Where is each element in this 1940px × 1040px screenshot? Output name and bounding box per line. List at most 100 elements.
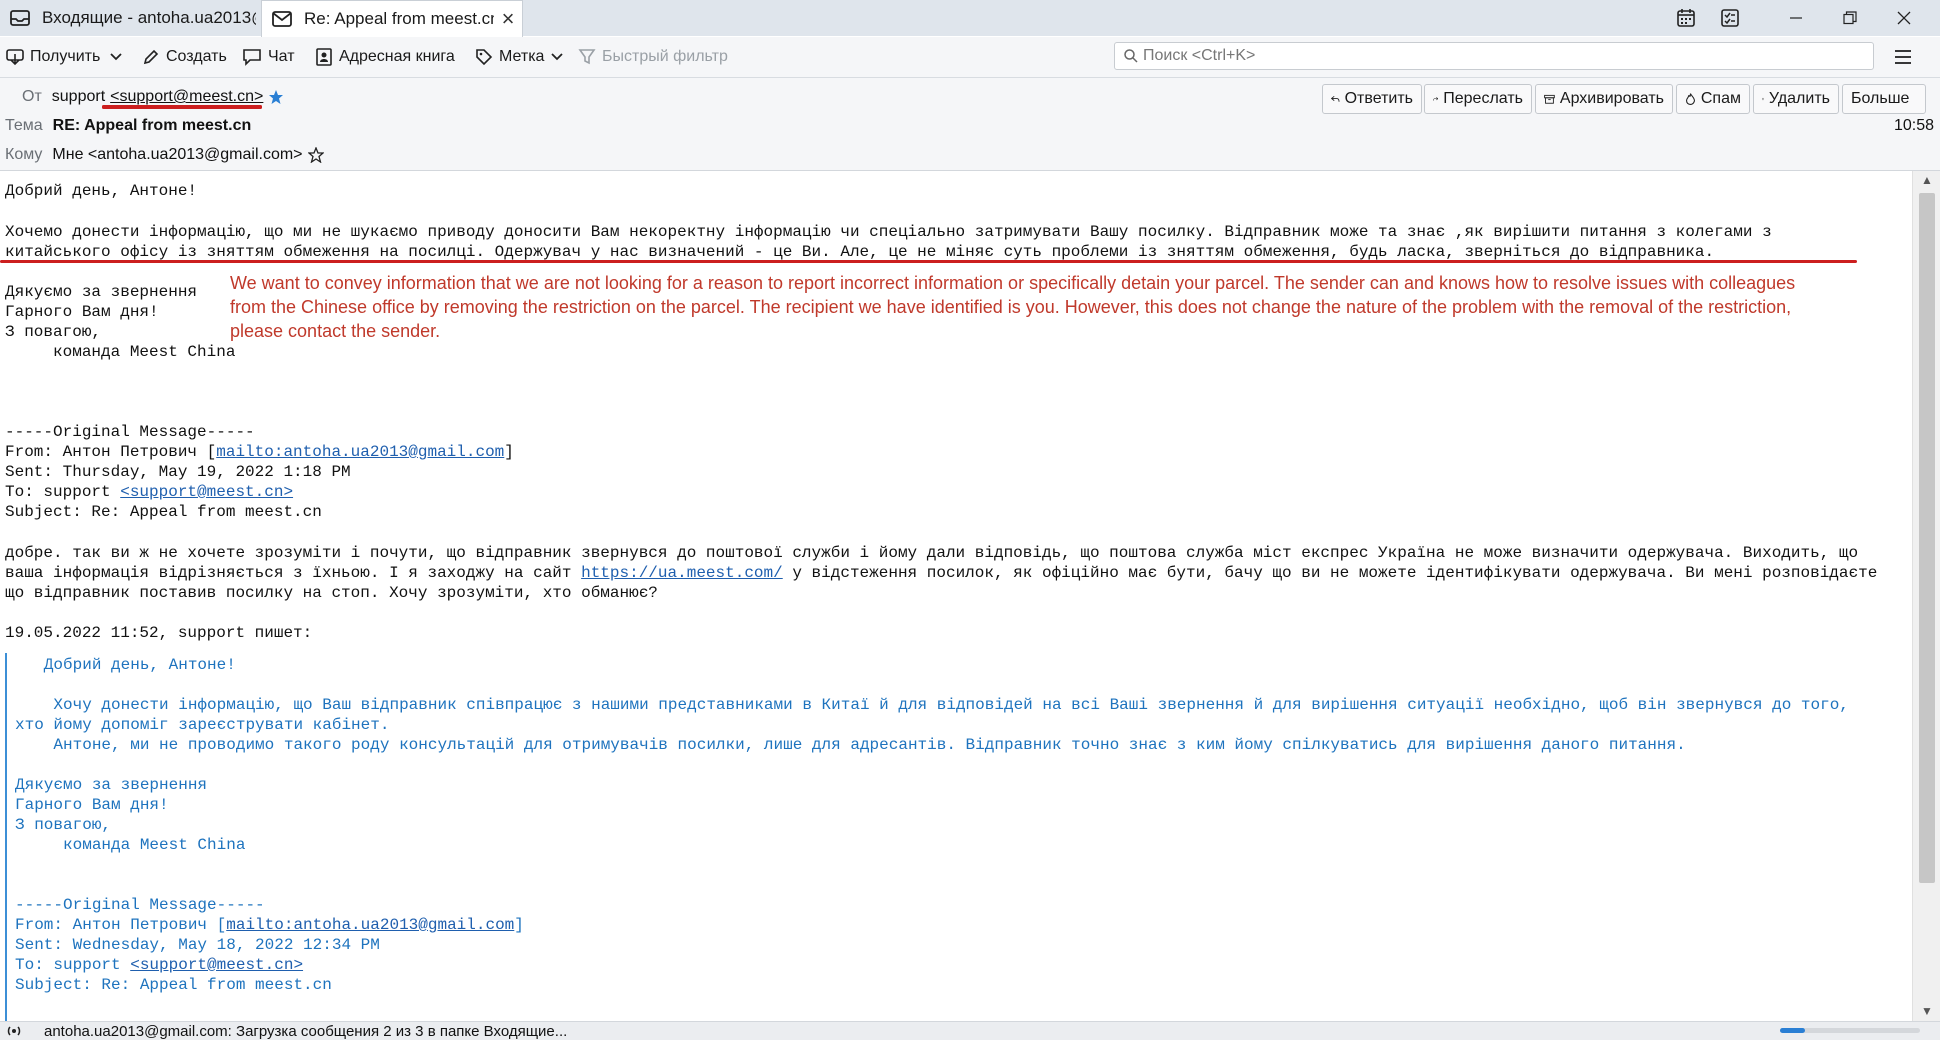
reply-label: Ответить [1344, 90, 1413, 107]
reply-line2-prefix: ваша інформація відрізняється з їхньою. … [5, 564, 582, 582]
scroll-down-icon[interactable]: ▼ [1921, 1004, 1933, 1018]
quote-line1: Хочу донести інформацію, що Ваш відправн… [15, 696, 1849, 714]
get-messages-label: Получить [30, 48, 101, 65]
pencil-icon [143, 49, 159, 65]
status-progress [1780, 1028, 1920, 1033]
orig-from-link[interactable]: mailto:antoha.ua2013@gmail.com [216, 443, 504, 461]
fire-icon [1686, 93, 1695, 105]
envelope-icon [272, 11, 292, 27]
chat-icon [243, 49, 261, 66]
forward-button[interactable]: Переслать [1424, 84, 1532, 114]
to-value[interactable]: Мне <antoha.ua2013@gmail.com> [52, 146, 302, 164]
body-para1-line1: Хочемо донести інформацію, що ми не шука… [5, 223, 1772, 241]
quote-from-suffix: ] [514, 916, 524, 934]
search-placeholder: Поиск <Ctrl+K> [1143, 47, 1256, 64]
quote-subject: Subject: Re: Appeal from meest.cn [15, 976, 332, 994]
spam-label: Спам [1700, 90, 1741, 107]
status-bar: antoha.ua2013@gmail.com: Загрузка сообще… [0, 1021, 1940, 1040]
quote-line2: хто йому допоміг зареєструвати кабінет. [15, 716, 390, 734]
calendar-icon[interactable] [1666, 4, 1706, 32]
quote-bar [5, 653, 7, 1021]
scrollbar-thumb[interactable] [1919, 193, 1935, 883]
delete-label: Удалить [1768, 90, 1830, 107]
to-label: Кому [5, 146, 43, 163]
body-greeting: Добрий день, Антоне! [5, 182, 198, 200]
orig-from-suffix: ] [504, 443, 514, 461]
quote-from-link[interactable]: mailto:antoha.ua2013@gmail.com [226, 916, 514, 934]
more-label: Больше [1851, 90, 1910, 107]
minimize-icon[interactable] [1776, 4, 1816, 32]
chevron-down-icon [110, 53, 122, 61]
archive-button[interactable]: Архивировать [1535, 84, 1673, 114]
quote-from: From: Антон Петрович [mailto:antoha.ua20… [15, 915, 524, 935]
star-outline-icon[interactable] [307, 147, 324, 163]
tab-close-icon[interactable]: × [494, 6, 522, 32]
reply-button[interactable]: Ответить [1322, 84, 1422, 114]
tab-message[interactable]: Re: Appeal from meest.cn - × [261, 0, 523, 37]
search-input[interactable]: Поиск <Ctrl+K> [1114, 42, 1874, 70]
filter-icon [578, 49, 596, 65]
body-goodday: Гарного Вам дня! [5, 303, 159, 321]
forward-icon [1433, 97, 1439, 101]
from-name[interactable]: support [52, 88, 105, 106]
paragraph-annotation-underline [0, 260, 1857, 263]
tab-inbox[interactable]: Входящие - antoha.ua2013@gma [0, 0, 256, 36]
orig-from: From: Антон Петрович [mailto:antoha.ua20… [5, 442, 514, 462]
translation-annotation: We want to convey information that we ar… [230, 273, 1796, 341]
chat-button[interactable]: Чат [242, 43, 295, 71]
chevron-down-icon [551, 53, 564, 61]
addressbook-label: Адресная книга [339, 48, 455, 65]
close-window-icon[interactable] [1884, 4, 1924, 32]
vertical-scrollbar[interactable]: ▲ ▼ [1912, 171, 1940, 1023]
tag-button[interactable]: Метка [475, 43, 570, 71]
addressbook-icon [316, 48, 332, 66]
spam-button[interactable]: Спам [1676, 84, 1750, 114]
body-thanks: Дякуємо за звернення [5, 283, 198, 301]
orig-from-prefix: From: Антон Петрович [ [5, 443, 217, 461]
from-email[interactable]: <support@meest.cn> [110, 88, 263, 106]
trash-icon [1762, 97, 1764, 101]
restore-icon[interactable] [1830, 4, 1870, 32]
search-icon [1124, 49, 1138, 63]
from-row: От support <support@meest.cn> [22, 88, 284, 106]
tag-label: Метка [499, 48, 545, 65]
subject-row: Тема RE: Appeal from meest.cn [5, 117, 251, 135]
tasks-icon[interactable] [1710, 4, 1750, 32]
reply-line2: ваша інформація відрізняється з їхньою. … [5, 563, 1877, 583]
app-menu-button[interactable] [1894, 43, 1918, 71]
quote-to-link[interactable]: <support@meest.cn> [130, 956, 303, 974]
star-icon[interactable] [268, 89, 284, 105]
subject-label: Тема [5, 117, 43, 134]
forward-label: Переслать [1443, 90, 1523, 107]
body-regards: З повагою, [5, 323, 102, 341]
delete-button[interactable]: Удалить [1753, 84, 1839, 114]
reply-icon [1331, 95, 1340, 102]
orig-to-prefix: To: support [5, 483, 121, 501]
tab-message-label: Re: Appeal from meest.cn - [304, 9, 494, 28]
meest-site-link[interactable]: https://ua.meest.com/ [581, 564, 783, 582]
quote-regards: З повагою, [15, 816, 112, 834]
get-messages-dropdown[interactable] [109, 43, 129, 71]
compose-button[interactable]: Создать [142, 43, 227, 71]
quote-goodday: Гарного Вам дня! [15, 796, 169, 814]
message-header: От support <support@meest.cn> Тема RE: A… [0, 78, 1940, 171]
quote-line3: Антоне, ми не проводимо такого роду конс… [15, 736, 1686, 754]
more-button[interactable]: Больше [1842, 84, 1926, 114]
body-para1-line2: китайського офісу із зняттям обмеження н… [5, 243, 1715, 261]
title-bar: Входящие - antoha.ua2013@gma Re: Appeal … [0, 0, 1940, 37]
from-email-underline [102, 105, 262, 108]
quote-intro: 19.05.2022 11:52, support пишет: [5, 624, 313, 642]
hamburger-menu-icon [1895, 50, 1911, 64]
orig-header: -----Original Message----- [5, 423, 255, 441]
scroll-up-icon[interactable]: ▲ [1921, 173, 1933, 187]
addressbook-button[interactable]: Адресная книга [315, 43, 455, 71]
get-messages-button[interactable]: Получить [6, 43, 100, 71]
orig-to-link[interactable]: <support@meest.cn> [120, 483, 293, 501]
tag-icon [476, 49, 493, 66]
tab-inbox-label: Входящие - antoha.ua2013@gma [42, 8, 256, 27]
quote-sent: Sent: Wednesday, May 18, 2022 12:34 PM [15, 936, 380, 954]
quote-to-prefix: To: support [15, 956, 131, 974]
quick-filter-label: Быстрый фильтр [602, 48, 728, 65]
message-time: 10:58 [1894, 117, 1934, 135]
quick-filter-button[interactable]: Быстрый фильтр [578, 43, 728, 71]
